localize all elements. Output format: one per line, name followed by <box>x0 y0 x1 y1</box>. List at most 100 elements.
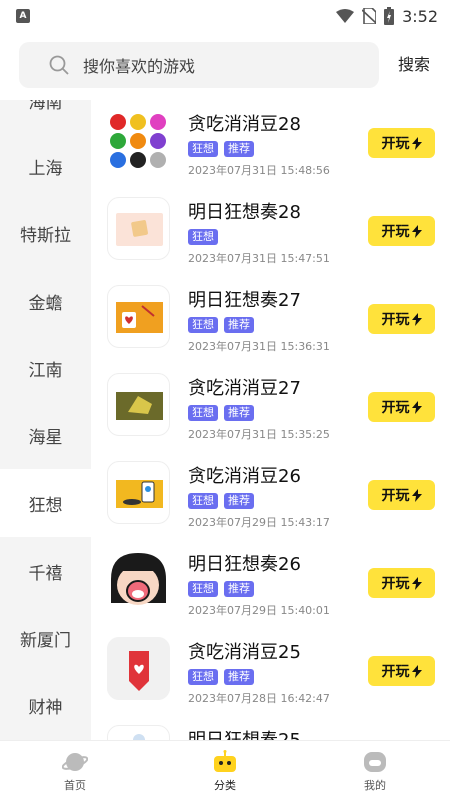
tag-group: 狂想 推荐 <box>188 669 254 685</box>
game-date: 2023年07月31日 15:47:51 <box>188 252 330 265</box>
tag: 狂想 <box>188 229 218 245</box>
game-date: 2023年07月29日 15:40:01 <box>188 604 330 617</box>
robot-icon <box>214 749 236 772</box>
face-icon <box>364 751 386 772</box>
search-placeholder: 搜你喜欢的游戏 <box>83 57 196 76</box>
search-row: 搜你喜欢的游戏 搜索 <box>0 42 450 88</box>
sidebar-item-jiangnan[interactable]: 江南 <box>0 334 91 402</box>
sidebar-item-tesla[interactable]: 特斯拉 <box>0 199 91 267</box>
game-date: 2023年07月31日 15:36:31 <box>188 340 330 353</box>
tag: 狂想 <box>188 493 218 509</box>
tag: 狂想 <box>188 581 218 597</box>
sidebar-item-kuangxiang[interactable]: 狂想 <box>0 469 91 537</box>
game-date: 2023年07月31日 15:48:56 <box>188 164 330 177</box>
nav-label: 我的 <box>364 778 386 792</box>
play-button[interactable]: 开玩 <box>368 656 435 686</box>
cheese-thumbnail <box>107 373 170 436</box>
nav-profile[interactable]: 我的 <box>325 741 425 800</box>
tag-group: 狂想 推荐 <box>188 581 254 597</box>
planet-icon <box>62 752 88 771</box>
lightning-icon <box>411 664 422 678</box>
play-button[interactable]: 开玩 <box>368 128 435 158</box>
game-date: 2023年07月29日 15:43:17 <box>188 516 330 529</box>
sidebar-item-shanghai[interactable]: 上海 <box>0 132 91 200</box>
play-button[interactable]: 开玩 <box>368 568 435 598</box>
game-list-item[interactable]: 贪吃消消豆25 狂想 推荐 2023年07月28日 16:42:47 开玩 <box>91 628 450 716</box>
game-title: 贪吃消消豆27 <box>188 378 301 399</box>
lightning-icon <box>411 488 422 502</box>
tag: 推荐 <box>224 669 254 685</box>
sidebar-item-caishen[interactable]: 财神 <box>0 671 91 739</box>
battery-charging-icon <box>384 7 395 25</box>
beads-thumbnail <box>107 109 170 172</box>
tag-group: 狂想 推荐 <box>188 493 254 509</box>
play-label: 开玩 <box>381 664 410 680</box>
tag-group: 狂想 <box>188 229 218 245</box>
tag: 推荐 <box>224 141 254 157</box>
nav-label: 分类 <box>214 778 236 792</box>
game-date: 2023年07月28日 16:42:47 <box>188 692 330 705</box>
tag: 狂想 <box>188 669 218 685</box>
game-title: 贪吃消消豆28 <box>188 114 301 135</box>
nav-label: 首页 <box>64 778 86 792</box>
game-list-item[interactable]: 明日狂想奏28 狂想 2023年07月31日 15:47:51 开玩 <box>91 188 450 276</box>
heart-card-thumbnail <box>107 285 170 348</box>
game-title: 明日狂想奏27 <box>188 290 301 311</box>
lightning-icon <box>411 400 422 414</box>
sidebar-item-hainan[interactable]: 海南 <box>0 100 91 134</box>
tag-group: 狂想 推荐 <box>188 405 254 421</box>
tag: 狂想 <box>188 317 218 333</box>
play-button[interactable]: 开玩 <box>368 480 435 510</box>
game-list-item[interactable]: 贪吃消消豆28 狂想 推荐 2023年07月31日 15:48:56 开玩 <box>91 100 450 188</box>
play-button[interactable]: 开玩 <box>368 304 435 334</box>
sidebar-item-jinchan[interactable]: 金蟾 <box>0 267 91 335</box>
partial-thumbnail <box>107 725 170 740</box>
play-label: 开玩 <box>381 224 410 240</box>
game-title: 贪吃消消豆25 <box>188 642 301 663</box>
game-title: 贪吃消消豆26 <box>188 466 301 487</box>
category-sidebar: 海南 上海 特斯拉 金蟾 江南 海星 狂想 千禧 新厦门 财神 <box>0 100 91 740</box>
game-list-item[interactable]: 贪吃消消豆26 狂想 推荐 2023年07月29日 15:43:17 开玩 <box>91 452 450 540</box>
nav-category[interactable]: 分类 <box>175 741 275 800</box>
play-label: 开玩 <box>381 400 410 416</box>
tag: 推荐 <box>224 581 254 597</box>
tag: 推荐 <box>224 405 254 421</box>
game-list-item[interactable]: 明日狂想奏26 狂想 推荐 2023年07月29日 15:40:01 开玩 <box>91 540 450 628</box>
play-button[interactable]: 开玩 <box>368 392 435 422</box>
play-label: 开玩 <box>381 488 410 504</box>
game-list-item[interactable]: 贪吃消消豆27 狂想 推荐 2023年07月31日 15:35:25 开玩 <box>91 364 450 452</box>
wifi-icon <box>336 9 355 23</box>
girl-face-thumbnail <box>107 549 170 612</box>
status-bar: A 3:52 <box>0 0 450 32</box>
sidebar-item-haixing[interactable]: 海星 <box>0 401 91 469</box>
tag: 狂想 <box>188 141 218 157</box>
play-label: 开玩 <box>381 136 410 152</box>
search-input[interactable]: 搜你喜欢的游戏 <box>19 42 379 88</box>
card-thumbnail <box>107 197 170 260</box>
tag-group: 狂想 推荐 <box>188 141 254 157</box>
sidebar-item-qianxi[interactable]: 千禧 <box>0 537 91 605</box>
sidebar-item-xinxiamen[interactable]: 新厦门 <box>0 604 91 672</box>
game-list-item[interactable]: 明日狂想奏27 狂想 推荐 2023年07月31日 15:36:31 开玩 <box>91 276 450 364</box>
game-date: 2023年07月31日 15:35:25 <box>188 428 330 441</box>
clock: 3:52 <box>402 6 438 26</box>
search-button[interactable]: 搜索 <box>398 42 430 88</box>
nav-home[interactable]: 首页 <box>25 741 125 800</box>
no-sim-icon <box>362 8 377 24</box>
game-list-item[interactable]: 明日狂想奏25 <box>91 716 450 740</box>
lightning-icon <box>411 312 422 326</box>
play-label: 开玩 <box>381 576 410 592</box>
search-icon <box>49 55 69 75</box>
game-title: 明日狂想奏28 <box>188 202 301 223</box>
lightning-icon <box>411 224 422 238</box>
tag: 狂想 <box>188 405 218 421</box>
tag: 推荐 <box>224 493 254 509</box>
app-notification-icon: A <box>16 9 30 23</box>
lightning-icon <box>411 136 422 150</box>
lightning-icon <box>411 576 422 590</box>
play-label: 开玩 <box>381 312 410 328</box>
game-title: 明日狂想奏25 <box>188 726 301 740</box>
play-button[interactable]: 开玩 <box>368 216 435 246</box>
phone-heart-thumbnail <box>107 637 170 700</box>
tag-group: 狂想 推荐 <box>188 317 254 333</box>
